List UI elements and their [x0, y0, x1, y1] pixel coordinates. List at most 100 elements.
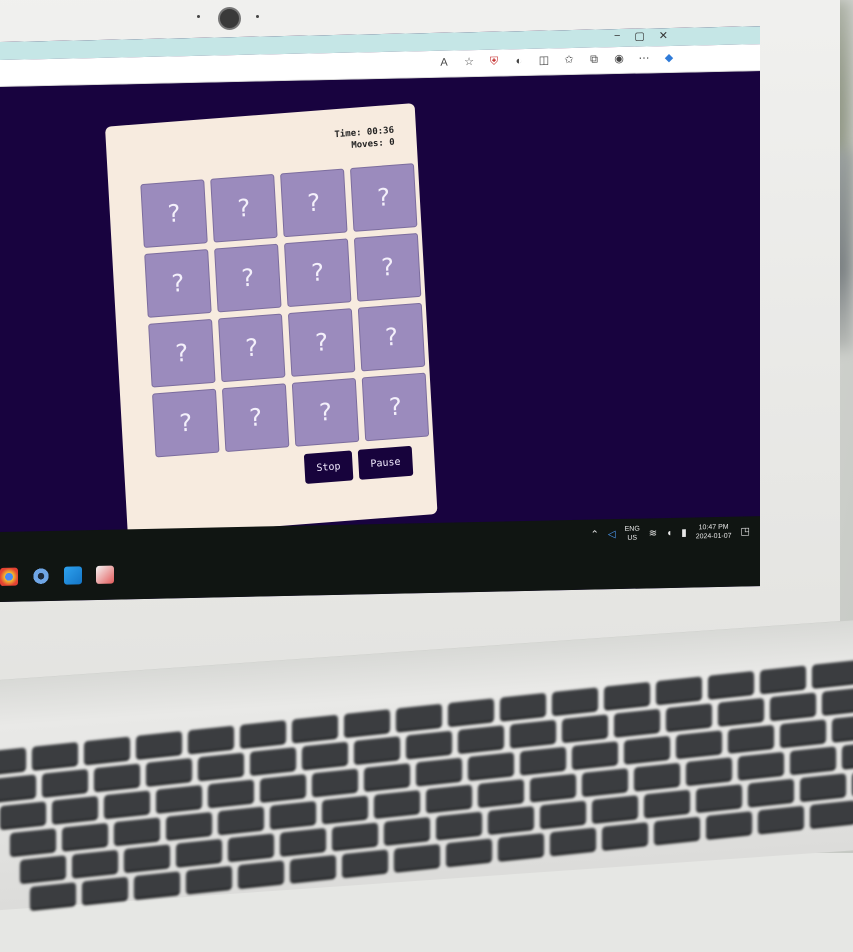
favorite-star-icon[interactable]: ☆ — [462, 55, 476, 69]
keyboard-key — [42, 768, 88, 796]
keyboard-key — [436, 811, 482, 839]
laptop-screen: − ▢ ✕ A ☆ ⛨ ◐ ◫ ✩ ⧉ ◉ ⋯ ◆ Time: 00:36 Mo… — [0, 26, 760, 603]
keyboard-key — [634, 762, 680, 790]
keyboard-key — [520, 746, 566, 774]
clock[interactable]: 10:47 PM 2024-01-07 — [696, 523, 732, 542]
keyboard-key — [280, 827, 326, 855]
language-indicator[interactable]: ENG US — [625, 525, 640, 543]
keyboard-key — [760, 665, 806, 693]
shield-extension-icon[interactable]: ⛨ — [487, 55, 501, 69]
keyboard-key — [448, 698, 494, 726]
keyboard-key — [510, 719, 556, 747]
profile-icon[interactable]: ◉ — [612, 52, 626, 66]
keyboard-key — [770, 692, 816, 720]
extension-icon[interactable]: ◐ — [512, 54, 526, 68]
region-code: US — [627, 534, 638, 542]
keyboard-key — [822, 686, 853, 714]
split-screen-icon[interactable]: ◫ — [537, 53, 551, 67]
memory-tile[interactable]: ? — [287, 308, 356, 377]
keyboard-key — [176, 838, 222, 866]
keyboard-key — [344, 709, 390, 737]
memory-tile[interactable]: ? — [152, 388, 220, 458]
keyboard-key — [478, 779, 524, 806]
keyboard-key — [812, 660, 853, 687]
keyboard-key — [394, 843, 440, 871]
favorites-icon[interactable]: ✩ — [562, 53, 576, 67]
memory-tile[interactable]: ? — [148, 318, 216, 388]
system-tray: ⌃ ◁ ENG US ≋ ◖ ▮ 10:47 PM 2024-01-07 ◳ — [591, 522, 750, 543]
keyboard-key — [94, 763, 140, 791]
keyboard-key — [738, 751, 784, 779]
memory-tile[interactable]: ? — [214, 243, 282, 313]
keyboard-key — [550, 827, 596, 855]
keyboard-key — [592, 795, 638, 822]
memory-game-card: Time: 00:36 Moves: 0 ???????????????? St… — [105, 103, 438, 538]
keyboard-key — [332, 822, 378, 850]
keyboard-key — [426, 784, 472, 812]
memory-tile[interactable]: ? — [218, 313, 286, 383]
keyboard-key — [228, 833, 274, 861]
maximize-button[interactable]: ▢ — [634, 29, 644, 42]
memory-tile[interactable]: ? — [353, 232, 422, 302]
game-controls: Stop Pause — [303, 445, 414, 484]
memory-tile[interactable]: ? — [221, 383, 290, 453]
keyboard-key — [624, 735, 670, 763]
keyboard-key — [488, 806, 534, 833]
keyboard-key — [30, 882, 76, 910]
memory-tile[interactable]: ? — [291, 377, 360, 447]
keyboard-key — [364, 763, 410, 790]
keyboard-key — [354, 736, 400, 763]
keyboard-key — [572, 741, 618, 769]
keyboard-key — [614, 708, 660, 736]
keyboard-key — [686, 757, 732, 785]
keyboard-key — [706, 811, 752, 838]
vscode-icon[interactable] — [64, 566, 82, 585]
keyboard-key — [0, 747, 26, 775]
battery-icon[interactable]: ▮ — [681, 527, 687, 538]
keyboard-key — [800, 773, 846, 801]
chevron-up-icon[interactable]: ⌃ — [591, 529, 599, 540]
memory-tile[interactable]: ? — [280, 168, 348, 238]
chrome-icon[interactable] — [0, 567, 18, 586]
keyboard-key — [156, 784, 202, 812]
copilot-icon[interactable]: ◆ — [662, 51, 676, 65]
keyboard-key — [188, 725, 234, 753]
keyboard-key — [270, 800, 316, 828]
keyboard-key — [758, 805, 804, 833]
location-arrow-icon[interactable]: ◁ — [608, 529, 616, 540]
collections-icon[interactable]: ⧉ — [587, 52, 601, 66]
keyboard-key — [602, 822, 648, 849]
memory-tile[interactable]: ? — [349, 163, 418, 232]
memory-tile[interactable]: ? — [210, 173, 278, 243]
more-icon[interactable]: ⋯ — [637, 51, 651, 65]
keyboard-key — [656, 676, 702, 704]
notification-icon[interactable]: ◳ — [741, 526, 750, 537]
keyboard-key — [292, 714, 338, 742]
pause-button[interactable]: Pause — [357, 445, 414, 480]
keyboard-key — [562, 714, 608, 742]
keyboard-key — [468, 752, 514, 780]
keyboard-key — [198, 752, 244, 780]
wifi-icon[interactable]: ≋ — [649, 528, 657, 539]
keyboard-key — [260, 774, 306, 801]
keyboard-key — [384, 817, 430, 844]
memory-tile[interactable]: ? — [361, 372, 430, 442]
stop-button[interactable]: Stop — [303, 450, 354, 484]
volume-icon[interactable]: ◖ — [666, 527, 672, 538]
camera-dot — [197, 15, 200, 18]
memory-tile[interactable]: ? — [140, 179, 208, 249]
keyboard-key — [374, 790, 420, 817]
keyboard-key — [654, 816, 700, 844]
keyboard-key — [416, 757, 462, 785]
memory-tile[interactable]: ? — [283, 238, 352, 308]
paint-app-icon[interactable] — [96, 565, 114, 584]
settings-gear-icon[interactable] — [32, 566, 50, 586]
keyboard-key — [552, 687, 598, 715]
memory-tile[interactable]: ? — [357, 302, 426, 372]
keyboard-key — [0, 801, 46, 829]
read-aloud-icon[interactable]: A — [437, 56, 451, 70]
keyboard-key — [604, 681, 650, 709]
close-button[interactable]: ✕ — [659, 29, 668, 42]
minimize-button[interactable]: − — [614, 30, 620, 43]
memory-tile[interactable]: ? — [144, 249, 212, 318]
